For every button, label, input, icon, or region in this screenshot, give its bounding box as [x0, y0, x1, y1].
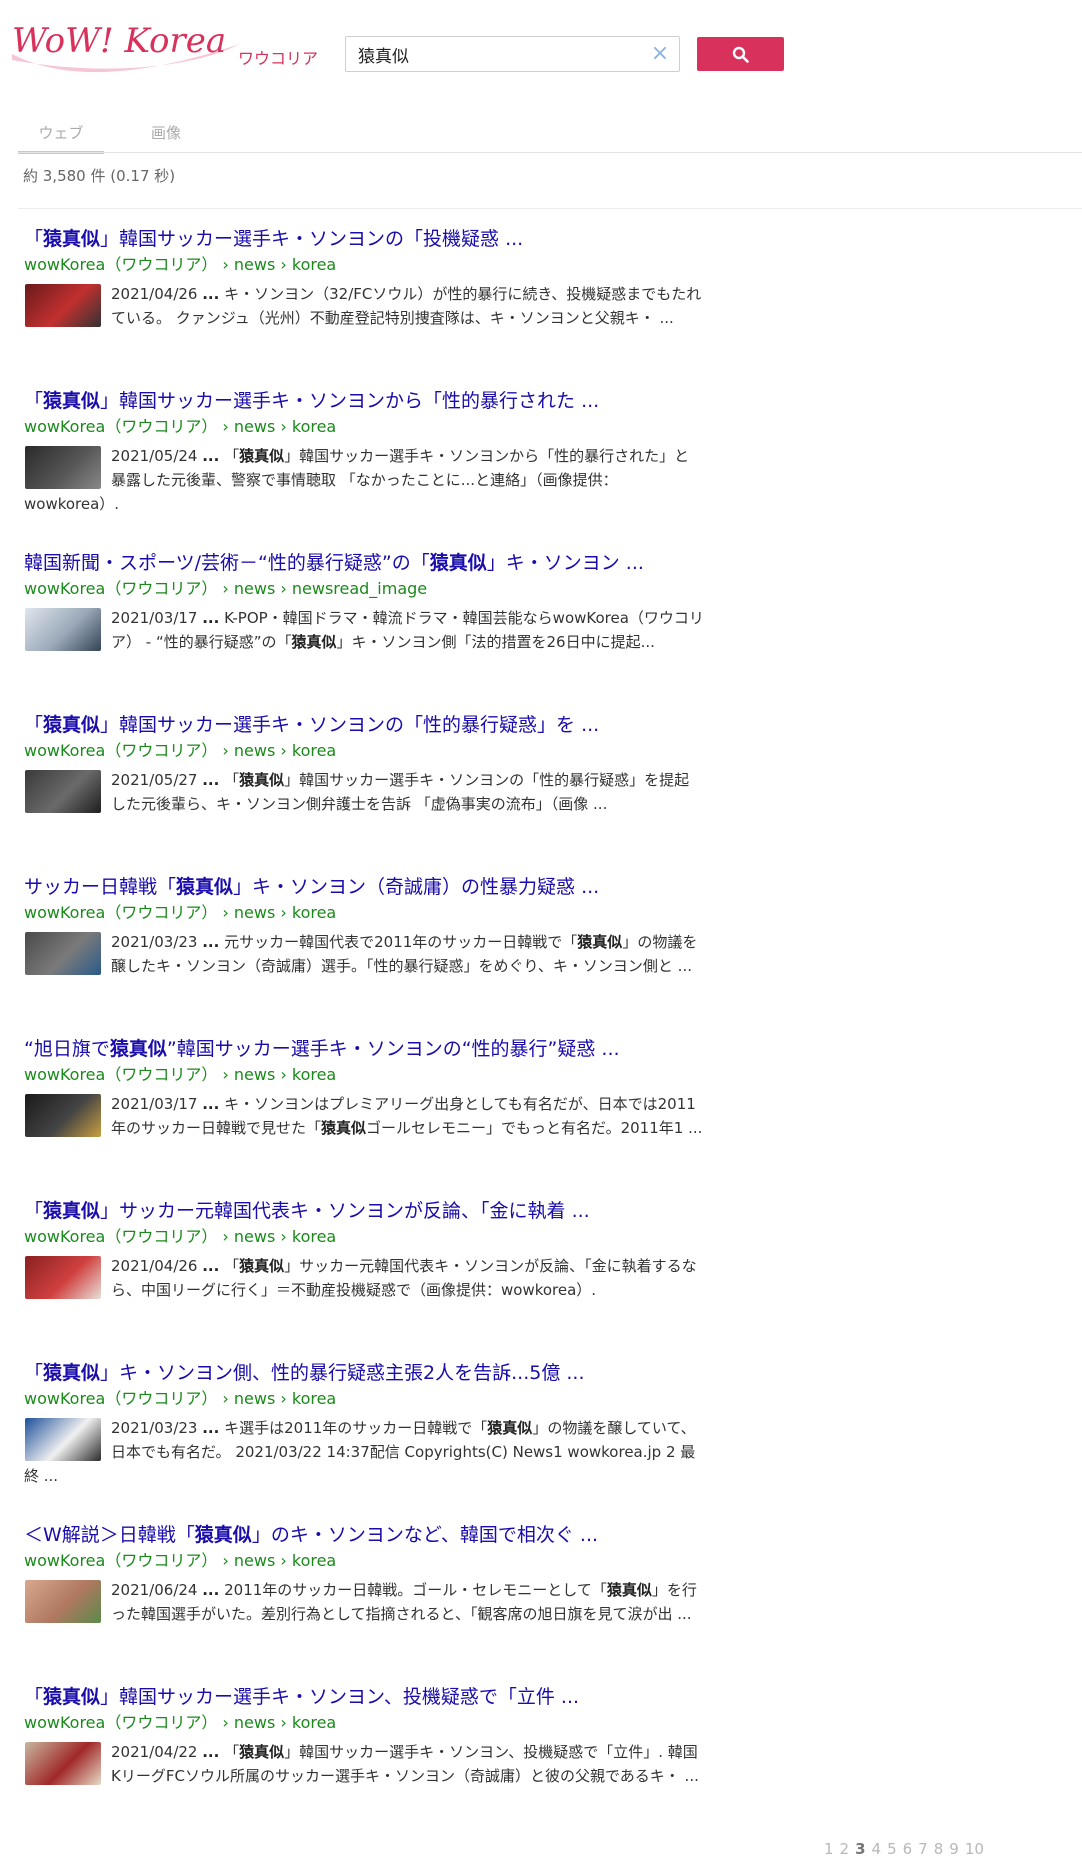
results-list: 「猿真似」韓国サッカー選手キ・ソンヨンの「投機疑惑 ... wowKorea（ワウ… — [24, 226, 704, 1846]
result-url: wowKorea（ワウコリア） › news › korea — [24, 417, 337, 436]
search-button[interactable] — [697, 37, 784, 71]
result-url: wowKorea（ワウコリア） › news › korea — [24, 1227, 337, 1246]
snippet-text: 2021/05/24 ... 「猿真似」韓国サッカー選手キ・ソンヨンから「性的暴… — [24, 447, 690, 513]
search-result: 「猿真似」キ・ソンヨン側、性的暴行疑惑主張2人を告訴...5億 ... wowKo… — [24, 1360, 704, 1522]
search-result: 韓国新聞・スポーツ/芸術－“性的暴行疑惑”の「猿真似」キ・ソンヨン ... wow… — [24, 550, 704, 712]
result-url: wowKorea（ワウコリア） › news › korea — [24, 1713, 337, 1732]
result-title-link[interactable]: サッカー日韓戦「猿真似」キ・ソンヨン（奇誠庸）の性暴力疑惑 ... — [24, 874, 704, 900]
result-thumbnail[interactable] — [25, 608, 101, 651]
snippet-text: 2021/04/26 ... キ・ソンヨン（32/FCソウル）が性的暴行に続き、… — [111, 285, 702, 327]
result-url: wowKorea（ワウコリア） › news › korea — [24, 1551, 337, 1570]
page-link-1[interactable]: 1 — [824, 1840, 834, 1858]
result-snippet: 2021/04/26 ... キ・ソンヨン（32/FCソウル）が性的暴行に続き、… — [24, 282, 704, 330]
search-result: 「猿真似」韓国サッカー選手キ・ソンヨン、投機疑惑で「立件 ... wowKorea… — [24, 1684, 704, 1846]
result-url: wowKorea（ワウコリア） › news › newsread_image — [24, 579, 428, 598]
search-tabs: ウェブ 画像 — [18, 118, 1082, 154]
snippet-text: 2021/03/23 ... 元サッカー韓国代表で2011年のサッカー日韓戦で「… — [111, 933, 698, 975]
result-snippet: 2021/04/26 ... 「猿真似」サッカー元韓国代表キ・ソンヨンが反論、「… — [24, 1254, 704, 1302]
snippet-text: 2021/03/17 ... K-POP・韓国ドラマ・韓流ドラマ・韓国芸能ならw… — [111, 609, 704, 651]
result-title-link[interactable]: 「猿真似」韓国サッカー選手キ・ソンヨンの「投機疑惑 ... — [24, 226, 704, 252]
result-title-link[interactable]: 韓国新聞・スポーツ/芸術－“性的暴行疑惑”の「猿真似」キ・ソンヨン ... — [24, 550, 704, 576]
result-thumbnail[interactable] — [25, 932, 101, 975]
header: WoW! Korea ワウコリア × — [0, 0, 1082, 100]
result-title-link[interactable]: 「猿真似」韓国サッカー選手キ・ソンヨンから「性的暴行された ... — [24, 388, 704, 414]
result-title-link[interactable]: “旭日旗で猿真似”韓国サッカー選手キ・ソンヨンの“性的暴行”疑惑 ... — [24, 1036, 704, 1062]
search-input[interactable] — [358, 41, 638, 67]
search-result: サッカー日韓戦「猿真似」キ・ソンヨン（奇誠庸）の性暴力疑惑 ... wowKore… — [24, 874, 704, 1036]
pagination: 1 2 3 4 5 6 7 8 9 10 — [824, 1840, 990, 1858]
snippet-text: 2021/03/17 ... キ・ソンヨンはプレミアリーグ出身としても有名だが、… — [111, 1095, 703, 1137]
close-icon[interactable]: × — [649, 43, 671, 65]
search-result: 「猿真似」サッカー元韓国代表キ・ソンヨンが反論、「金に執着 ... wowKore… — [24, 1198, 704, 1360]
search-icon — [732, 46, 749, 63]
result-snippet: 2021/05/27 ... 「猿真似」韓国サッカー選手キ・ソンヨンの「性的暴行… — [24, 768, 704, 816]
snippet-text: 2021/03/23 ... キ選手は2011年のサッカー日韓戦で「猿真似」の物… — [24, 1419, 696, 1485]
result-url: wowKorea（ワウコリア） › news › korea — [24, 741, 337, 760]
result-title-link[interactable]: 「猿真似」韓国サッカー選手キ・ソンヨン、投機疑惑で「立件 ... — [24, 1684, 704, 1710]
page-link-7[interactable]: 7 — [918, 1840, 928, 1858]
tab-images[interactable]: 画像 — [123, 118, 209, 151]
result-thumbnail[interactable] — [25, 284, 101, 327]
result-thumbnail[interactable] — [25, 1580, 101, 1623]
tab-web[interactable]: ウェブ — [18, 118, 104, 154]
result-thumbnail[interactable] — [25, 770, 101, 813]
site-logo[interactable]: WoW! Korea ワウコリア — [10, 14, 320, 76]
snippet-text: 2021/06/24 ... 2011年のサッカー日韓戦。ゴール・セレモニーとし… — [111, 1581, 697, 1623]
result-url: wowKorea（ワウコリア） › news › korea — [24, 255, 337, 274]
result-title-link[interactable]: ＜W解説＞日韓戦「猿真似」のキ・ソンヨンなど、韓国で相次ぐ ... — [24, 1522, 704, 1548]
page-link-6[interactable]: 6 — [903, 1840, 913, 1858]
snippet-text: 2021/04/22 ... 「猿真似」韓国サッカー選手キ・ソンヨン、投機疑惑で… — [111, 1743, 699, 1785]
result-snippet: 2021/03/17 ... キ・ソンヨンはプレミアリーグ出身としても有名だが、… — [24, 1092, 704, 1140]
page-link-2[interactable]: 2 — [840, 1840, 850, 1858]
result-thumbnail[interactable] — [25, 1256, 101, 1299]
page-link-5[interactable]: 5 — [887, 1840, 897, 1858]
snippet-text: 2021/05/27 ... 「猿真似」韓国サッカー選手キ・ソンヨンの「性的暴行… — [111, 771, 690, 813]
result-url: wowKorea（ワウコリア） › news › korea — [24, 903, 337, 922]
result-snippet: 2021/03/17 ... K-POP・韓国ドラマ・韓流ドラマ・韓国芸能ならw… — [24, 606, 704, 654]
search-result: 「猿真似」韓国サッカー選手キ・ソンヨンの「投機疑惑 ... wowKorea（ワウ… — [24, 226, 704, 388]
logo-kana: ワウコリア — [238, 49, 318, 68]
divider — [18, 152, 1082, 153]
search-result: 「猿真似」韓国サッカー選手キ・ソンヨンの「性的暴行疑惑」を ... wowKore… — [24, 712, 704, 874]
result-snippet: 2021/05/24 ... 「猿真似」韓国サッカー選手キ・ソンヨンから「性的暴… — [24, 444, 704, 516]
result-title-link[interactable]: 「猿真似」キ・ソンヨン側、性的暴行疑惑主張2人を告訴...5億 ... — [24, 1360, 704, 1386]
result-snippet: 2021/06/24 ... 2011年のサッカー日韓戦。ゴール・セレモニーとし… — [24, 1578, 704, 1626]
result-thumbnail[interactable] — [25, 446, 101, 489]
result-snippet: 2021/03/23 ... キ選手は2011年のサッカー日韓戦で「猿真似」の物… — [24, 1416, 704, 1488]
result-title-link[interactable]: 「猿真似」サッカー元韓国代表キ・ソンヨンが反論、「金に執着 ... — [24, 1198, 704, 1224]
result-thumbnail[interactable] — [25, 1742, 101, 1785]
result-thumbnail[interactable] — [25, 1418, 101, 1461]
page-link-8[interactable]: 8 — [934, 1840, 944, 1858]
result-snippet: 2021/03/23 ... 元サッカー韓国代表で2011年のサッカー日韓戦で「… — [24, 930, 704, 978]
search-box: × — [345, 36, 680, 72]
page-link-3[interactable]: 3 — [855, 1840, 865, 1858]
divider — [18, 208, 1082, 209]
result-url: wowKorea（ワウコリア） › news › korea — [24, 1389, 337, 1408]
result-stats: 約 3,580 件 (0.17 秒) — [23, 167, 176, 185]
page-link-4[interactable]: 4 — [872, 1840, 882, 1858]
result-thumbnail[interactable] — [25, 1094, 101, 1137]
page-link-10[interactable]: 10 — [965, 1840, 984, 1858]
snippet-text: 2021/04/26 ... 「猿真似」サッカー元韓国代表キ・ソンヨンが反論、「… — [111, 1257, 697, 1299]
search-result: 「猿真似」韓国サッカー選手キ・ソンヨンから「性的暴行された ... wowKore… — [24, 388, 704, 550]
result-snippet: 2021/04/22 ... 「猿真似」韓国サッカー選手キ・ソンヨン、投機疑惑で… — [24, 1740, 704, 1788]
search-result: ＜W解説＞日韓戦「猿真似」のキ・ソンヨンなど、韓国で相次ぐ ... wowKore… — [24, 1522, 704, 1684]
result-title-link[interactable]: 「猿真似」韓国サッカー選手キ・ソンヨンの「性的暴行疑惑」を ... — [24, 712, 704, 738]
result-url: wowKorea（ワウコリア） › news › korea — [24, 1065, 337, 1084]
page-link-9[interactable]: 9 — [949, 1840, 959, 1858]
search-result: “旭日旗で猿真似”韓国サッカー選手キ・ソンヨンの“性的暴行”疑惑 ... wowK… — [24, 1036, 704, 1198]
logo-wordmark: WoW! Korea — [12, 21, 226, 61]
